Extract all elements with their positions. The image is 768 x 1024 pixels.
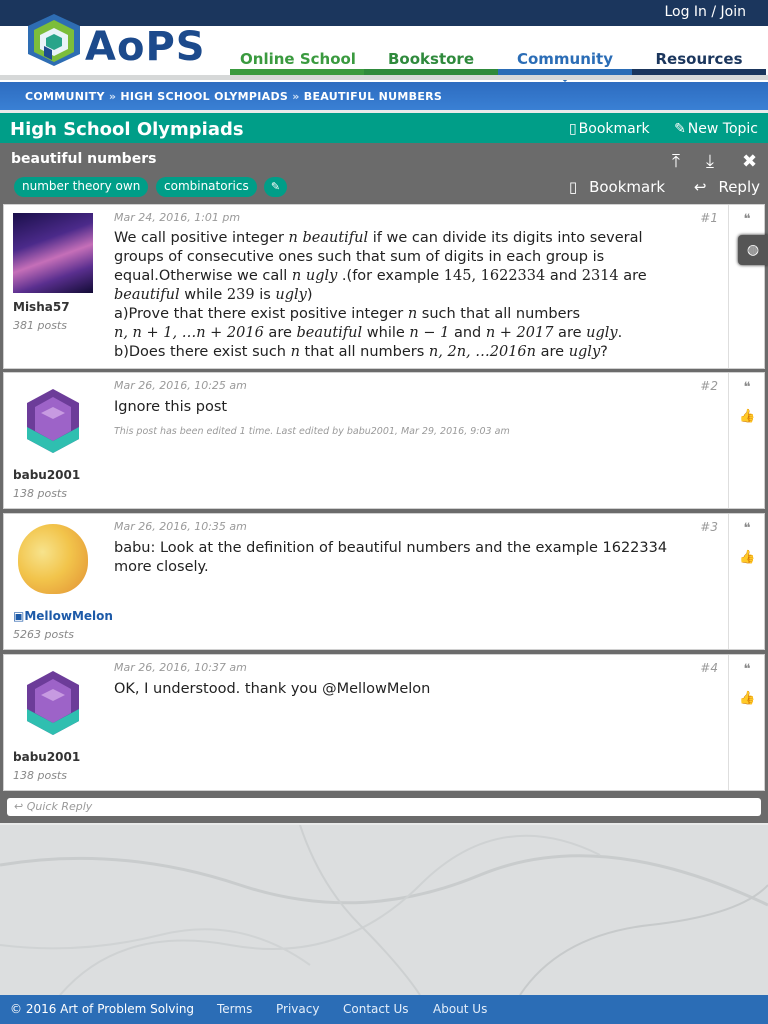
globe-icon[interactable]: ◍ bbox=[738, 235, 768, 265]
post-count: 5263 posts bbox=[13, 628, 74, 641]
post-line: n, n + 1, …n + 2016 are beautiful while … bbox=[114, 325, 623, 341]
avatar[interactable] bbox=[13, 383, 93, 463]
breadcrumb-community[interactable]: COMMUNITY bbox=[25, 90, 105, 103]
post-number[interactable]: #4 bbox=[700, 661, 718, 675]
map-texture bbox=[0, 825, 768, 995]
logo-text: AoPS bbox=[85, 24, 206, 70]
topic-bookmark-label: Bookmark bbox=[589, 178, 666, 196]
post-line: We call positive integer n beautiful if … bbox=[114, 230, 643, 246]
post-line: b)Does there exist such n that all numbe… bbox=[114, 344, 608, 360]
post-author[interactable]: Misha57 bbox=[13, 300, 70, 314]
quote-icon[interactable]: ❝ bbox=[739, 521, 755, 536]
post-body: We call positive integer n beautiful if … bbox=[114, 229, 684, 362]
nav-bookstore[interactable]: Bookstore bbox=[364, 50, 498, 70]
post-actions: ❝ 👍 bbox=[728, 514, 764, 649]
post: ▣MellowMelon 5263 posts Mar 26, 2016, 10… bbox=[3, 513, 765, 650]
forum-bookmark-label: Bookmark bbox=[578, 121, 650, 137]
new-topic-button[interactable]: ✎ New Topic bbox=[664, 121, 758, 137]
post-line: a)Prove that there exist positive intege… bbox=[114, 306, 581, 322]
forum-bookmark-button[interactable]: ▯ Bookmark bbox=[559, 121, 650, 137]
breadcrumb-topic[interactable]: BEAUTIFUL NUMBERS bbox=[304, 90, 442, 103]
jump-to-top-icon[interactable]: ⤒ bbox=[672, 151, 680, 172]
quick-reply-label: Quick Reply bbox=[26, 800, 93, 813]
reply-button[interactable]: ↩ Reply bbox=[682, 178, 760, 196]
bookmark-icon: ▯ bbox=[568, 121, 577, 137]
post-actions: ❝ 👍 bbox=[728, 655, 764, 790]
post: Misha57 381 posts Mar 24, 2016, 1:01 pm … bbox=[3, 204, 765, 369]
bookmark-icon: ▯ bbox=[568, 178, 578, 196]
footer-privacy-link[interactable]: Privacy bbox=[276, 1002, 319, 1016]
quick-reply-bar[interactable]: ↩ Quick Reply bbox=[7, 798, 761, 816]
footer-terms-link[interactable]: Terms bbox=[217, 1002, 252, 1016]
post-number[interactable]: #1 bbox=[700, 211, 718, 225]
post-line: beautiful while 239 is ugly) bbox=[114, 287, 313, 303]
login-join-link[interactable]: Log In / Join bbox=[664, 4, 746, 20]
breadcrumb-separator: » bbox=[108, 90, 117, 103]
edit-tags-icon[interactable]: ✎ bbox=[264, 177, 287, 197]
post-actions: ❝ 👍 bbox=[728, 373, 764, 508]
post-body: babu: Look at the definition of beautifu… bbox=[114, 540, 668, 575]
reply-icon: ↩ bbox=[693, 178, 707, 196]
quote-icon[interactable]: ❝ bbox=[739, 662, 755, 677]
breadcrumb: COMMUNITY » HIGH SCHOOL OLYMPIADS » BEAU… bbox=[0, 82, 768, 110]
footer-about-link[interactable]: About Us bbox=[433, 1002, 487, 1016]
post-number[interactable]: #3 bbox=[700, 520, 718, 534]
post-date: Mar 24, 2016, 1:01 pm bbox=[114, 211, 241, 224]
topic-bookmark-button[interactable]: ▯ Bookmark bbox=[557, 178, 665, 196]
quote-icon[interactable]: ❝ bbox=[739, 380, 755, 395]
nav-community[interactable]: Community bbox=[498, 50, 632, 70]
thumbs-up-icon[interactable]: 👍 bbox=[739, 550, 755, 565]
site-footer: © 2016 Art of Problem Solving Terms Priv… bbox=[0, 995, 768, 1024]
tag-number-theory[interactable]: number theory own bbox=[14, 177, 149, 197]
post-count: 138 posts bbox=[13, 487, 67, 500]
new-topic-label: New Topic bbox=[687, 121, 758, 137]
post-body: Ignore this post bbox=[114, 399, 228, 415]
tag-combinatorics[interactable]: combinatorics bbox=[156, 177, 257, 197]
post-count: 381 posts bbox=[13, 319, 67, 332]
thumbs-up-icon[interactable]: 👍 bbox=[739, 409, 755, 424]
avatar[interactable] bbox=[13, 213, 93, 293]
topic-title: beautiful numbers bbox=[11, 151, 157, 167]
post-date: Mar 26, 2016, 10:25 am bbox=[114, 379, 247, 392]
post: babu2001 138 posts Mar 26, 2016, 10:25 a… bbox=[3, 372, 765, 509]
map-background bbox=[0, 825, 768, 995]
jump-to-bottom-icon[interactable]: ⤓ bbox=[706, 151, 714, 172]
quote-icon[interactable]: ❝ bbox=[739, 212, 755, 227]
close-topic-icon[interactable]: ✖ bbox=[742, 151, 757, 172]
footer-contact-link[interactable]: Contact Us bbox=[343, 1002, 409, 1016]
post-actions: ❝ bbox=[728, 205, 764, 368]
post-line: groups of consecutive ones such that sum… bbox=[114, 249, 605, 265]
copyright: © 2016 Art of Problem Solving bbox=[10, 1002, 195, 1016]
post-author[interactable]: babu2001 bbox=[13, 750, 80, 764]
forum-title[interactable]: High School Olympiads bbox=[10, 119, 244, 140]
post-number[interactable]: #2 bbox=[700, 379, 718, 393]
post-date: Mar 26, 2016, 10:35 am bbox=[114, 520, 247, 533]
breadcrumb-separator: » bbox=[292, 90, 300, 103]
nav-resources[interactable]: Resources bbox=[632, 50, 766, 70]
avatar[interactable] bbox=[18, 524, 88, 594]
post-count: 138 posts bbox=[13, 769, 67, 782]
post-line: equal.Otherwise we call n ugly .(for exa… bbox=[114, 268, 647, 284]
post-body: OK, I understood. thank you @MellowMelon bbox=[114, 681, 431, 697]
post-date: Mar 26, 2016, 10:37 am bbox=[114, 661, 247, 674]
thumbs-up-icon[interactable]: 👍 bbox=[739, 691, 755, 706]
moderator-badge-icon: ▣ bbox=[13, 609, 25, 623]
edit-note: This post has been edited 1 time. Last e… bbox=[114, 426, 510, 437]
post-author[interactable]: babu2001 bbox=[13, 468, 80, 482]
post: babu2001 138 posts Mar 26, 2016, 10:37 a… bbox=[3, 654, 765, 791]
topic-header: beautiful numbers ⤒ ⤓ ✖ number theory ow… bbox=[0, 143, 768, 203]
forum-header: High School Olympiads ▯ Bookmark ✎ New Top… bbox=[0, 113, 768, 143]
aops-logo[interactable]: AoPS bbox=[24, 10, 206, 82]
reply-icon: ↩ bbox=[14, 800, 24, 813]
header-divider bbox=[0, 75, 768, 80]
nav-online-school[interactable]: Online School bbox=[232, 50, 364, 70]
reply-label: Reply bbox=[718, 178, 760, 196]
post-author[interactable]: ▣MellowMelon bbox=[13, 609, 113, 623]
edit-icon: ✎ bbox=[674, 121, 686, 137]
avatar[interactable] bbox=[13, 665, 93, 745]
breadcrumb-forum[interactable]: HIGH SCHOOL OLYMPIADS bbox=[120, 90, 288, 103]
